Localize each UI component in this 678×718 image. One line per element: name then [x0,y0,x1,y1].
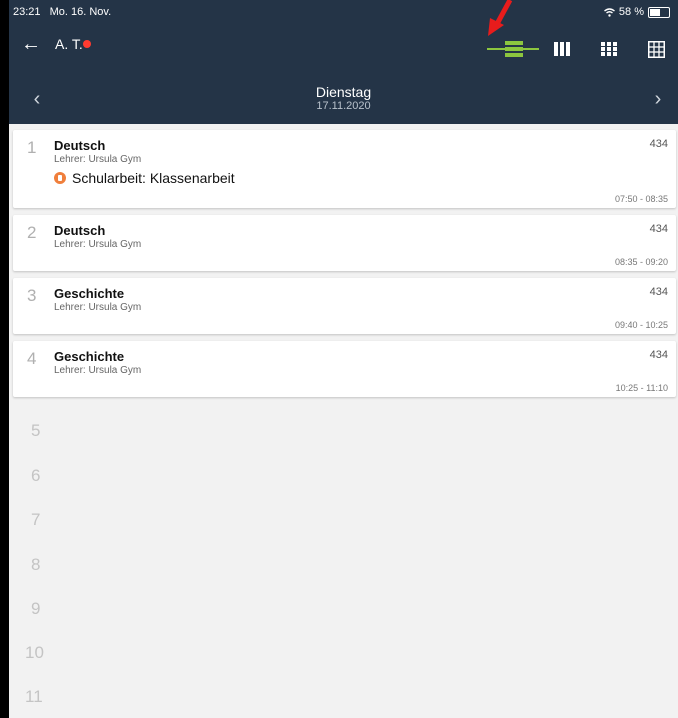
annotation-arrow-icon [488,0,513,36]
